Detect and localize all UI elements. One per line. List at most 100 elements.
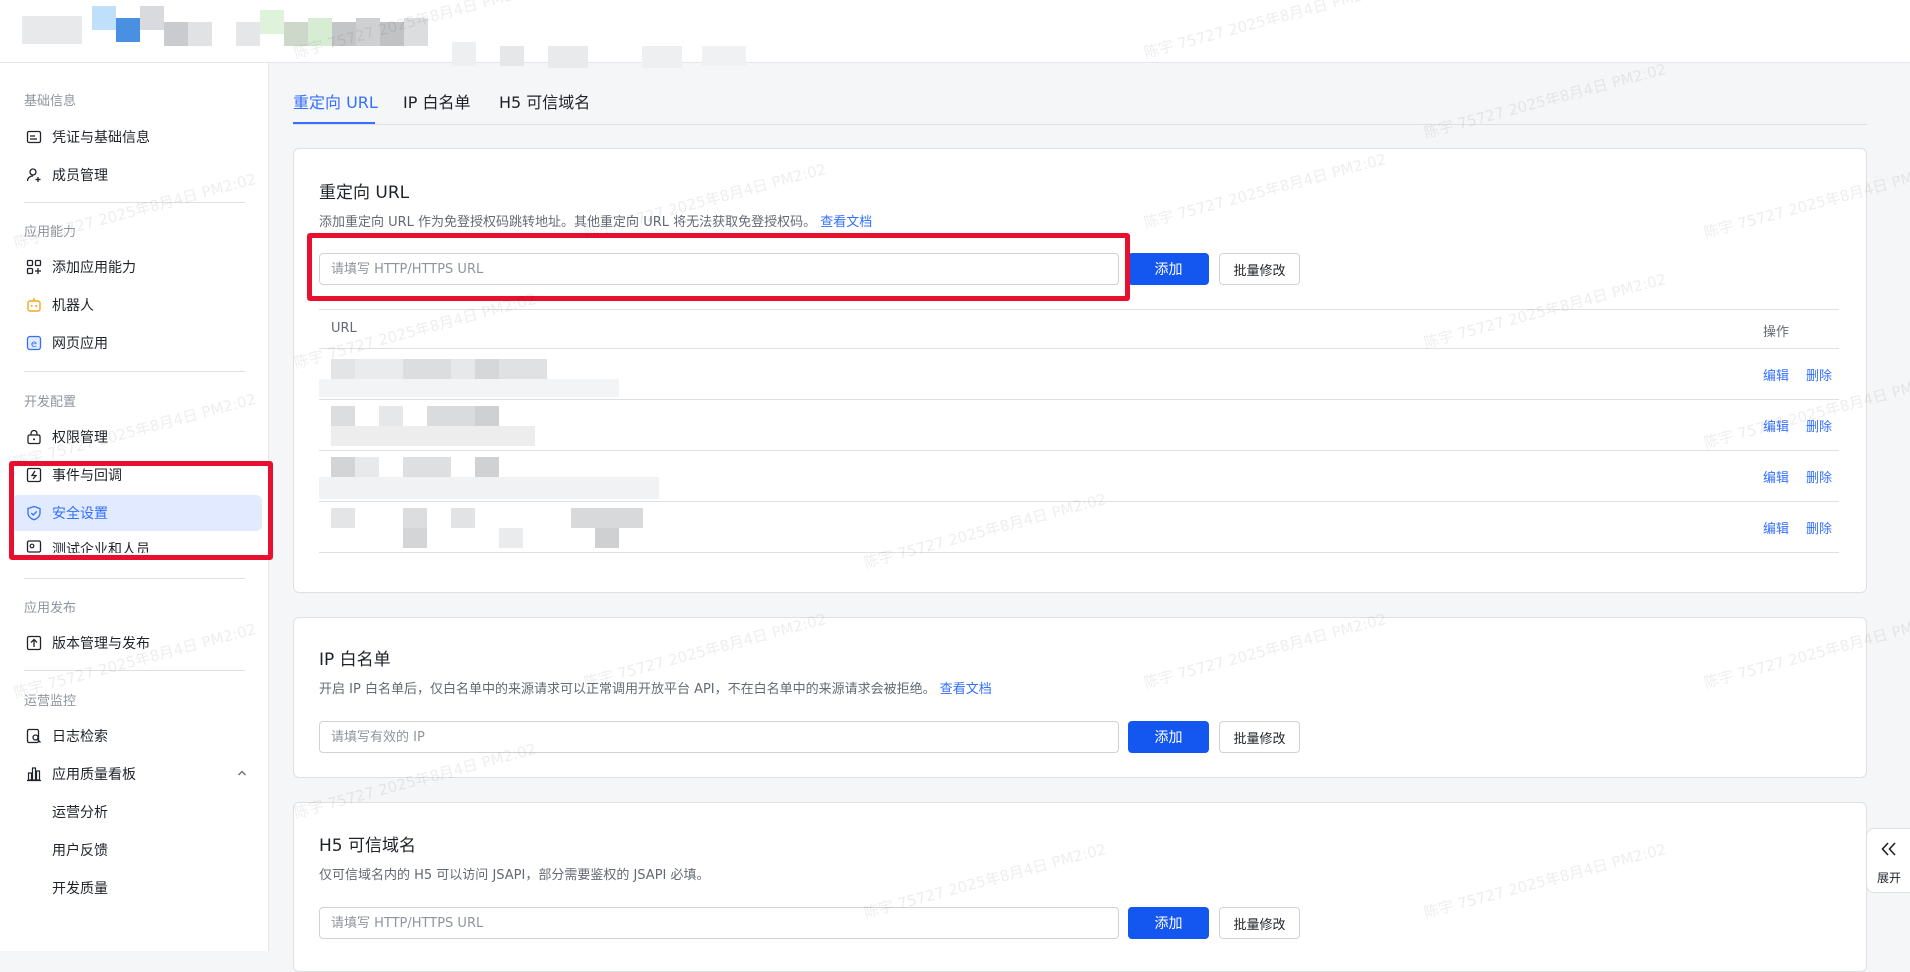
card-title: IP 白名单 xyxy=(319,650,391,670)
tab-ip-whitelist[interactable]: IP 白名单 xyxy=(403,89,470,113)
group-title-basic: 基础信息 xyxy=(24,94,77,109)
sidebar-item-label: 权限管理 xyxy=(52,430,108,446)
sidebar-item-label: 安全设置 xyxy=(52,506,108,522)
add-button[interactable]: 添加 xyxy=(1128,907,1209,939)
bar-chart-icon xyxy=(26,766,42,782)
expand-panel-button[interactable]: 展开 xyxy=(1866,828,1910,893)
sidebar-item-label: 机器人 xyxy=(52,298,94,314)
h5-domains-card: H5 可信域名 仅可信域名内的 H5 可以访问 JSAPI，部分需要鉴权的 JS… xyxy=(293,802,1867,972)
sidebar-divider xyxy=(24,202,245,203)
sidebar-item-credentials[interactable]: 凭证与基础信息 xyxy=(12,119,262,155)
add-button[interactable]: 添加 xyxy=(1128,253,1209,285)
sidebar-item-web-app[interactable]: e 网页应用 xyxy=(12,325,262,361)
web-app-icon: e xyxy=(26,335,42,351)
delete-link[interactable]: 删除 xyxy=(1806,416,1832,435)
redirect-url-card: 重定向 URL 添加重定向 URL 作为免登授权码跳转地址。其他重定向 URL … xyxy=(293,148,1867,593)
h5-domain-input[interactable] xyxy=(319,907,1119,939)
credential-icon xyxy=(26,129,42,145)
robot-icon xyxy=(26,297,42,313)
add-button[interactable]: 添加 xyxy=(1128,721,1209,753)
svg-text:e: e xyxy=(31,339,37,350)
table-row: 编辑 删除 xyxy=(319,349,1839,400)
log-search-icon xyxy=(26,728,42,744)
lock-icon xyxy=(26,429,42,445)
sidebar-item-label: 网页应用 xyxy=(52,336,108,352)
doc-link[interactable]: 查看文档 xyxy=(820,215,872,230)
sidebar-divider xyxy=(24,371,245,372)
tab-redirect-url[interactable]: 重定向 URL xyxy=(293,89,378,113)
top-bar xyxy=(0,0,1910,68)
card-description: 仅可信域名内的 H5 可以访问 JSAPI，部分需要鉴权的 JSAPI 必填。 xyxy=(319,868,710,883)
sidebar-item-user-feedback[interactable]: 用户反馈 xyxy=(12,832,262,868)
edit-link[interactable]: 编辑 xyxy=(1763,467,1789,486)
sidebar-item-label: 用户反馈 xyxy=(52,843,108,859)
expand-label: 展开 xyxy=(1876,871,1901,885)
delete-link[interactable]: 删除 xyxy=(1806,518,1832,537)
tab-bar: 重定向 URL IP 白名单 H5 可信域名 xyxy=(293,85,1867,125)
column-header-url: URL xyxy=(331,321,357,336)
sidebar-item-security[interactable]: 安全设置 xyxy=(12,495,262,531)
chevron-up-icon[interactable] xyxy=(236,767,248,783)
active-tab-indicator xyxy=(293,122,375,124)
sidebar-item-label: 开发质量 xyxy=(52,881,108,897)
sidebar-item-label: 凭证与基础信息 xyxy=(52,130,150,146)
upload-icon xyxy=(26,635,42,651)
group-title-dev-config: 开发配置 xyxy=(24,395,77,410)
batch-edit-button[interactable]: 批量修改 xyxy=(1219,721,1300,753)
table-row: 编辑 删除 xyxy=(319,502,1839,553)
card-title: H5 可信域名 xyxy=(319,836,417,856)
sidebar-item-label: 版本管理与发布 xyxy=(52,636,150,652)
sidebar-item-quality-board[interactable]: 应用质量看板 xyxy=(12,756,262,792)
sidebar-item-permissions[interactable]: 权限管理 xyxy=(12,419,262,455)
card-title: 重定向 URL xyxy=(319,183,410,203)
column-header-action: 操作 xyxy=(1763,325,1790,340)
sidebar-item-log-search[interactable]: 日志检索 xyxy=(12,718,262,754)
test-icon xyxy=(26,539,42,553)
redirect-url-input[interactable] xyxy=(319,253,1119,285)
sidebar-item-label: 日志检索 xyxy=(52,729,108,745)
grid-add-icon xyxy=(26,259,42,275)
ip-input[interactable] xyxy=(319,721,1119,753)
sidebar-item-label: 测试企业和人员 xyxy=(52,542,150,553)
double-chevron-left-icon xyxy=(1879,839,1899,863)
sidebar-item-versions[interactable]: 版本管理与发布 xyxy=(12,625,262,661)
group-title-monitoring: 运营监控 xyxy=(24,694,77,709)
sidebar-item-label: 事件与回调 xyxy=(52,468,122,484)
sidebar-item-label: 运营分析 xyxy=(52,805,108,821)
sidebar-divider xyxy=(24,670,245,671)
batch-edit-button[interactable]: 批量修改 xyxy=(1219,253,1300,285)
sidebar-item-dev-quality[interactable]: 开发质量 xyxy=(12,870,262,906)
description-text: 开启 IP 白名单后，仅白名单中的来源请求可以正常调用开放平台 API，不在白名… xyxy=(319,682,936,697)
sidebar-item-add-capability[interactable]: 添加应用能力 xyxy=(12,249,262,285)
edit-link[interactable]: 编辑 xyxy=(1763,416,1789,435)
sidebar-item-label: 应用质量看板 xyxy=(52,767,136,783)
sidebar: 基础信息 凭证与基础信息 成员管理 应用能力 添加应用能力 机器人 e 网页应用… xyxy=(0,63,269,951)
sidebar-item-ops-analysis[interactable]: 运营分析 xyxy=(12,794,262,830)
delete-link[interactable]: 删除 xyxy=(1806,365,1832,384)
delete-link[interactable]: 删除 xyxy=(1806,467,1832,486)
description-text: 添加重定向 URL 作为免登授权码跳转地址。其他重定向 URL 将无法获取免登授… xyxy=(319,215,817,230)
event-icon xyxy=(26,467,42,483)
sidebar-item-robot[interactable]: 机器人 xyxy=(12,287,262,323)
table-row: 编辑 删除 xyxy=(319,400,1839,451)
card-description: 添加重定向 URL 作为免登授权码跳转地址。其他重定向 URL 将无法获取免登授… xyxy=(319,211,872,230)
sidebar-item-label: 成员管理 xyxy=(52,168,108,184)
ip-whitelist-card: IP 白名单 开启 IP 白名单后，仅白名单中的来源请求可以正常调用开放平台 A… xyxy=(293,617,1867,778)
group-title-release: 应用发布 xyxy=(24,601,77,616)
sidebar-divider xyxy=(24,578,245,579)
doc-link[interactable]: 查看文档 xyxy=(940,682,992,697)
table-header: URL 操作 xyxy=(319,309,1839,349)
sidebar-item-label: 添加应用能力 xyxy=(52,260,136,276)
group-title-capabilities: 应用能力 xyxy=(24,225,77,240)
sidebar-item-events[interactable]: 事件与回调 xyxy=(12,457,262,493)
sidebar-item-members[interactable]: 成员管理 xyxy=(12,157,262,193)
batch-edit-button[interactable]: 批量修改 xyxy=(1219,907,1300,939)
table-row: 编辑 删除 xyxy=(319,451,1839,502)
shield-icon xyxy=(26,505,42,521)
tab-h5-domains[interactable]: H5 可信域名 xyxy=(499,89,590,113)
sidebar-item-test-org[interactable]: 测试企业和人员 xyxy=(12,533,262,553)
card-description: 开启 IP 白名单后，仅白名单中的来源请求可以正常调用开放平台 API，不在白名… xyxy=(319,678,992,697)
edit-link[interactable]: 编辑 xyxy=(1763,365,1789,384)
member-add-icon xyxy=(26,167,42,183)
edit-link[interactable]: 编辑 xyxy=(1763,518,1789,537)
